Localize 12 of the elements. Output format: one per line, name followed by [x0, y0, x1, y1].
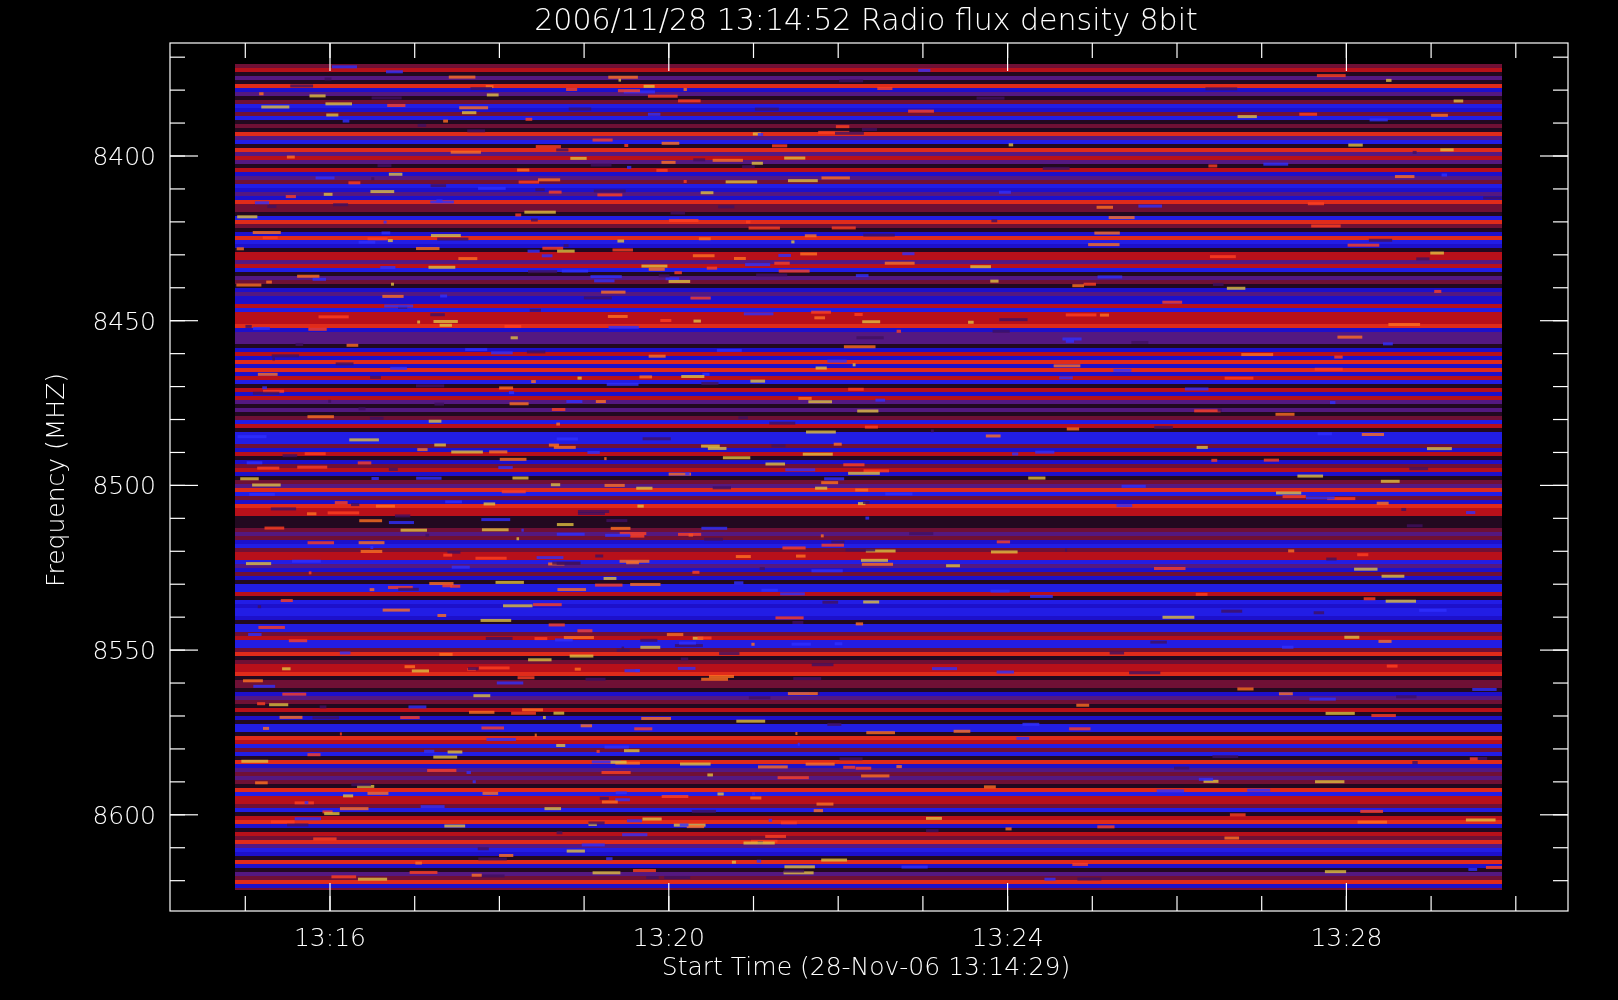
x-axis-label: Start Time (28-Nov-06 13:14:29) [661, 952, 1071, 981]
y-tick-label: 8400 [92, 142, 156, 171]
x-tick-label: 13:16 [294, 923, 366, 952]
y-tick-label: 8550 [92, 636, 156, 666]
x-tick-label: 13:24 [971, 923, 1044, 952]
x-tick-label: 13:28 [1310, 923, 1383, 952]
y-tick-label: 8450 [92, 306, 156, 336]
x-tick-label: 13:20 [632, 923, 705, 952]
chart-title: 2006/11/28 13:14:52 Radio flux density 8bit [534, 2, 1198, 37]
y-tick-label: 8500 [92, 471, 156, 501]
y-tick-label: 8600 [92, 800, 156, 830]
y-axis-label: Frequency (MHZ) [41, 372, 70, 588]
